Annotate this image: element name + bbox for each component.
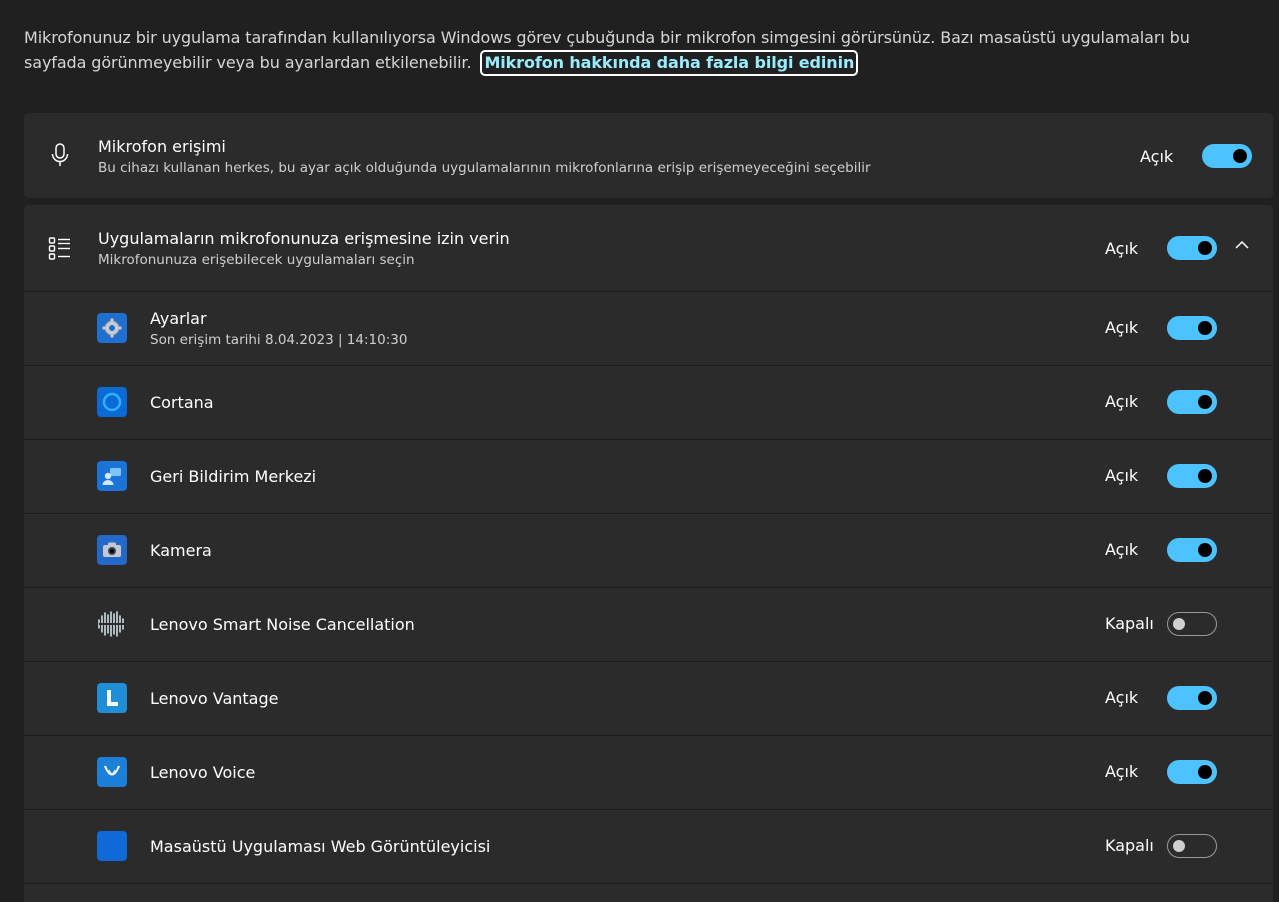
settings-gear-icon — [97, 313, 127, 343]
app-row-geri-bildirim-merkezi: Geri Bildirim Merkezi Açık — [24, 439, 1273, 513]
toggle-knob — [1233, 149, 1247, 163]
app-list-icon — [48, 236, 72, 260]
app-state: Açık — [1105, 392, 1139, 411]
intro-paragraph: Mikrofonunuz bir uygulama tarafından kul… — [24, 26, 1254, 76]
app-toggle-lenovo-voice[interactable] — [1167, 760, 1217, 784]
app-name: Kamera — [150, 541, 212, 560]
apps-access-state: Açık — [1105, 239, 1139, 258]
toggle-knob — [1173, 840, 1185, 852]
chevron-up-icon[interactable] — [1232, 235, 1252, 255]
app-toggle-ayarlar[interactable] — [1167, 316, 1217, 340]
page-title-cut — [24, 0, 34, 10]
app-state: Kapalı — [1105, 614, 1154, 633]
webview-icon — [97, 831, 127, 861]
app-toggle-kamera[interactable] — [1167, 538, 1217, 562]
app-toggle-webview[interactable] — [1167, 834, 1217, 858]
app-state: Açık — [1105, 762, 1139, 781]
app-toggle-lenovo-smart-noise[interactable] — [1167, 612, 1217, 636]
lenovo-vantage-icon — [97, 683, 127, 713]
toggle-knob — [1173, 618, 1185, 630]
apps-access-title: Uygulamaların mikrofonunuza erişmesine i… — [98, 229, 510, 248]
toggle-knob — [1198, 395, 1212, 409]
app-state: Kapalı — [1105, 836, 1154, 855]
lenovo-voice-icon — [97, 757, 127, 787]
app-row-lenovo-vantage: Lenovo Vantage Açık — [24, 661, 1273, 735]
app-name: Geri Bildirim Merkezi — [150, 467, 317, 486]
app-last-access: Son erişim tarihi 8.04.2023 | 14:10:30 — [150, 332, 408, 348]
app-state: Açık — [1105, 466, 1139, 485]
camera-icon — [97, 535, 127, 565]
app-name: Ayarlar — [150, 309, 207, 328]
microphone-icon — [48, 143, 72, 167]
microphone-access-state: Açık — [1140, 147, 1174, 166]
app-row-cortana: Cortana Açık — [24, 365, 1273, 439]
toggle-knob — [1198, 469, 1212, 483]
apps-access-toggle[interactable] — [1167, 236, 1217, 260]
toggle-knob — [1198, 765, 1212, 779]
app-name: Lenovo Smart Noise Cancellation — [150, 615, 415, 634]
microphone-access-title: Mikrofon erişimi — [98, 137, 226, 156]
app-row-lenovo-smart-noise: Lenovo Smart Noise Cancellation Kapalı — [24, 587, 1273, 661]
app-name: Lenovo Voice — [150, 763, 256, 782]
microphone-access-card: Mikrofon erişimi Bu cihazı kullanan herk… — [24, 113, 1273, 198]
app-row-kamera: Kamera Açık — [24, 513, 1273, 587]
app-row-lenovo-voice: Lenovo Voice Açık — [24, 735, 1273, 809]
app-toggle-geri-bildirim[interactable] — [1167, 464, 1217, 488]
toggle-knob — [1198, 241, 1212, 255]
app-state: Açık — [1105, 318, 1139, 337]
toggle-knob — [1198, 321, 1212, 335]
app-state: Açık — [1105, 540, 1139, 559]
cortana-ring-icon — [97, 387, 127, 417]
learn-more-link[interactable]: Mikrofon hakkında daha fazla bilgi edini… — [480, 50, 859, 76]
apps-access-subtitle: Mikrofonunuza erişebilecek uygulamaları … — [98, 252, 415, 268]
noise-wave-icon — [97, 609, 127, 639]
toggle-knob — [1198, 691, 1212, 705]
feedback-hub-icon — [97, 461, 127, 491]
toggle-knob — [1198, 543, 1212, 557]
app-name: Cortana — [150, 393, 214, 412]
app-name: Masaüstü Uygulaması Web Görüntüleyicisi — [150, 837, 491, 856]
app-state: Açık — [1105, 688, 1139, 707]
app-toggle-lenovo-vantage[interactable] — [1167, 686, 1217, 710]
apps-access-card: Uygulamaların mikrofonunuza erişmesine i… — [24, 205, 1273, 902]
microphone-settings-page: Mikrofonunuz bir uygulama tarafından kul… — [0, 0, 1279, 902]
apps-access-header[interactable]: Uygulamaların mikrofonunuza erişmesine i… — [24, 205, 1273, 291]
app-row-webview: Masaüstü Uygulaması Web Görüntüleyicisi … — [24, 809, 1273, 883]
app-name: Lenovo Vantage — [150, 689, 279, 708]
app-row-partial — [24, 883, 1273, 902]
microphone-access-subtitle: Bu cihazı kullanan herkes, bu ayar açık … — [98, 160, 871, 176]
app-row-ayarlar: Ayarlar Son erişim tarihi 8.04.2023 | 14… — [24, 291, 1273, 365]
microphone-access-toggle[interactable] — [1202, 144, 1252, 168]
app-toggle-cortana[interactable] — [1167, 390, 1217, 414]
